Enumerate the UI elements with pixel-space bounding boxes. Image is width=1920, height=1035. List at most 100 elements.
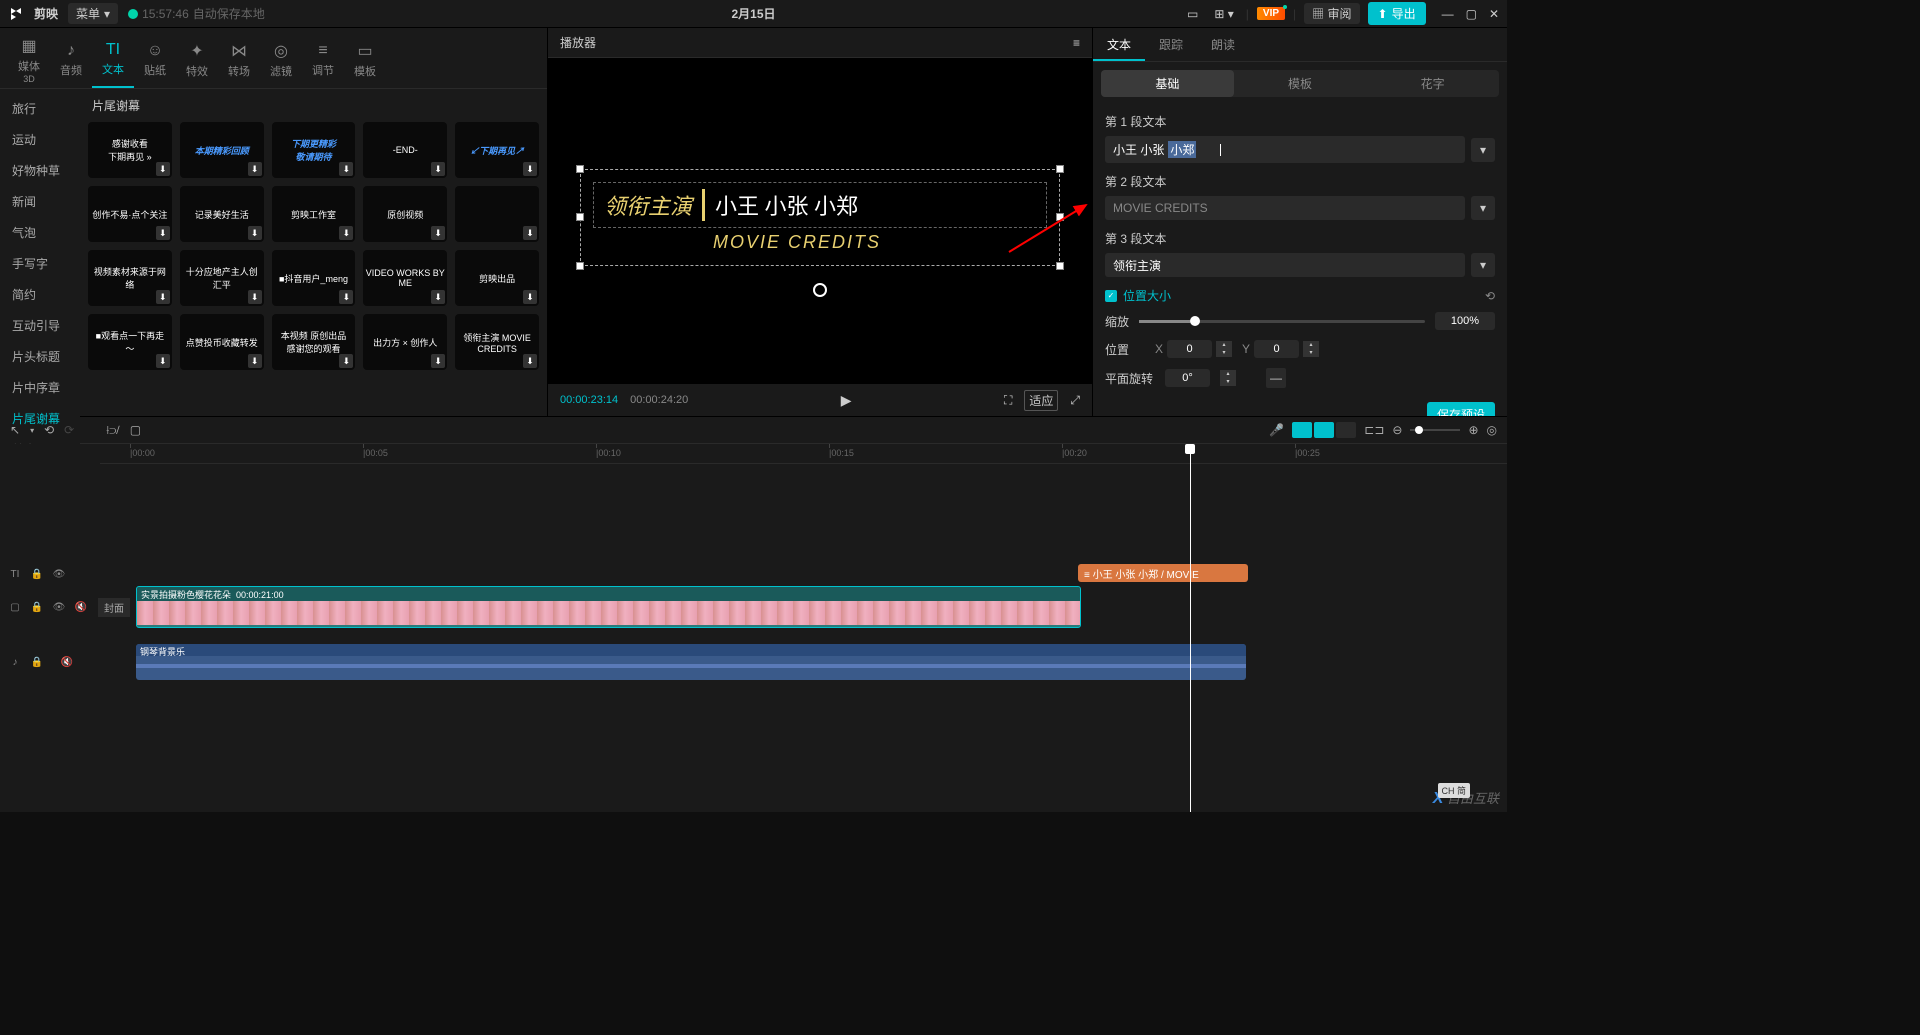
tool-tab-模板[interactable]: ▭模板 bbox=[344, 32, 386, 88]
inspector-tab-朗读[interactable]: 朗读 bbox=[1197, 28, 1249, 61]
download-icon[interactable]: ⬇ bbox=[523, 354, 537, 368]
template-item[interactable]: 视频素材来源于网络⬇ bbox=[88, 250, 172, 306]
scale-slider[interactable] bbox=[1139, 320, 1425, 323]
layout-icon[interactable]: ▭ bbox=[1183, 5, 1202, 23]
export-button[interactable]: ⬆ 导出 bbox=[1368, 2, 1426, 25]
maximize-icon[interactable]: ▢ bbox=[1466, 7, 1477, 21]
template-item[interactable]: 剪映出品⬇ bbox=[455, 250, 539, 306]
handle-tl[interactable] bbox=[576, 165, 584, 173]
template-item[interactable]: 出力方 × 创作人⬇ bbox=[363, 314, 447, 370]
playhead[interactable] bbox=[1190, 444, 1191, 812]
tool-tab-滤镜[interactable]: ◎滤镜 bbox=[260, 32, 302, 88]
play-button[interactable]: ▶ bbox=[841, 392, 852, 409]
layout-grid-icon[interactable]: ⊞ ▾ bbox=[1210, 5, 1237, 23]
lock-icon[interactable]: 🔒 bbox=[30, 602, 44, 613]
download-icon[interactable]: ⬇ bbox=[431, 354, 445, 368]
category-item[interactable]: 运动 bbox=[0, 124, 80, 155]
category-item[interactable]: 简约 bbox=[0, 279, 80, 310]
template-item[interactable]: 记录美好生活⬇ bbox=[180, 186, 264, 242]
download-icon[interactable]: ⬇ bbox=[248, 226, 262, 240]
template-item[interactable]: 十分应地产主人创汇平⬇ bbox=[180, 250, 264, 306]
minimize-icon[interactable]: — bbox=[1442, 7, 1454, 21]
review-button[interactable]: ▦ 审阅 bbox=[1304, 3, 1359, 24]
reset-icon[interactable]: ⟲ bbox=[1485, 289, 1495, 303]
tool-tab-特效[interactable]: ✦特效 bbox=[176, 32, 218, 88]
rotation-input[interactable] bbox=[1165, 369, 1210, 387]
fullscreen-icon[interactable]: ⤢ bbox=[1070, 393, 1080, 408]
handle-mr[interactable] bbox=[1056, 213, 1064, 221]
category-item[interactable]: 好物种草 bbox=[0, 155, 80, 186]
download-icon[interactable]: ⬇ bbox=[523, 226, 537, 240]
download-icon[interactable]: ⬇ bbox=[431, 226, 445, 240]
download-icon[interactable]: ⬇ bbox=[339, 354, 353, 368]
rot-down[interactable]: ▾ bbox=[1220, 378, 1236, 386]
tool-tab-调节[interactable]: ≡调节 bbox=[302, 32, 344, 88]
handle-bl[interactable] bbox=[576, 262, 584, 270]
download-icon[interactable]: ⬇ bbox=[156, 162, 170, 176]
video-clip[interactable]: 实景拍摄粉色樱花花朵 00:00:21:00 bbox=[136, 586, 1081, 628]
text-clip[interactable]: ≡ 小王 小张 小郑 / MOVIE CREDITS / 领 bbox=[1078, 564, 1248, 582]
vip-badge[interactable]: VIP bbox=[1257, 7, 1285, 20]
player-menu-icon[interactable]: ≡ bbox=[1073, 36, 1080, 50]
download-icon[interactable]: ⬇ bbox=[339, 290, 353, 304]
template-item[interactable]: 下期更精彩 敬请期待⬇ bbox=[272, 122, 356, 178]
timeline[interactable]: |00:00|00:05|00:10|00:15|00:20|00:25 TI … bbox=[0, 444, 1507, 812]
category-item[interactable]: 互动引导 bbox=[0, 310, 80, 341]
inspector-subtab-模板[interactable]: 模板 bbox=[1234, 70, 1367, 97]
handle-tr[interactable] bbox=[1056, 165, 1064, 173]
download-icon[interactable]: ⬇ bbox=[431, 290, 445, 304]
zoom-fit-icon[interactable]: ◎ bbox=[1487, 423, 1497, 437]
template-item[interactable]: 原创视频⬇ bbox=[363, 186, 447, 242]
main-menu-dropdown[interactable]: 菜单 ▾ bbox=[68, 3, 118, 24]
category-item[interactable]: 旅行 bbox=[0, 93, 80, 124]
inspector-subtab-基础[interactable]: 基础 bbox=[1101, 70, 1234, 97]
zoom-out-icon[interactable]: ⊖ bbox=[1392, 423, 1402, 437]
template-item[interactable]: ⬇ bbox=[455, 186, 539, 242]
category-item[interactable]: 片中序章 bbox=[0, 372, 80, 403]
template-item[interactable]: 剪映工作室⬇ bbox=[272, 186, 356, 242]
save-preset-button[interactable]: 保存预设 bbox=[1427, 402, 1495, 416]
scale-value[interactable] bbox=[1435, 312, 1495, 330]
undo-icon[interactable]: ⟲ bbox=[44, 423, 54, 437]
select-tool-icon[interactable]: ↖ bbox=[10, 423, 20, 437]
download-icon[interactable]: ⬇ bbox=[248, 354, 262, 368]
pos-y-input[interactable] bbox=[1254, 340, 1299, 358]
category-item[interactable]: 新闻 bbox=[0, 186, 80, 217]
x-up[interactable]: ▴ bbox=[1216, 341, 1232, 349]
segment2-input[interactable] bbox=[1105, 196, 1465, 220]
mute-icon[interactable]: 🔇 bbox=[60, 657, 74, 668]
segment3-input[interactable] bbox=[1105, 253, 1465, 277]
download-icon[interactable]: ⬇ bbox=[248, 162, 262, 176]
tool-tab-文本[interactable]: TI文本 bbox=[92, 32, 134, 88]
close-icon[interactable]: ✕ bbox=[1489, 7, 1499, 21]
tool-tab-贴纸[interactable]: ☺贴纸 bbox=[134, 32, 176, 88]
template-item[interactable]: 本期精彩回顾⬇ bbox=[180, 122, 264, 178]
download-icon[interactable]: ⬇ bbox=[431, 162, 445, 176]
link-icon[interactable]: ⊏⊐ bbox=[1364, 423, 1384, 437]
rotation-reset[interactable]: — bbox=[1266, 368, 1286, 388]
audio-clip[interactable]: 钢琴背景乐 bbox=[136, 644, 1246, 680]
template-item[interactable]: ↙下期再见↗⬇ bbox=[455, 122, 539, 178]
audio-track-icon[interactable]: ♪ bbox=[8, 657, 22, 668]
magnet-1[interactable] bbox=[1292, 422, 1312, 438]
handle-br[interactable] bbox=[1056, 262, 1064, 270]
segment1-dropdown[interactable]: ▾ bbox=[1471, 138, 1495, 162]
template-item[interactable]: 感谢收看 下期再见 »⬇ bbox=[88, 122, 172, 178]
y-up[interactable]: ▴ bbox=[1303, 341, 1319, 349]
download-icon[interactable]: ⬇ bbox=[523, 290, 537, 304]
mute-icon[interactable]: 🔇 bbox=[74, 602, 88, 613]
inspector-tab-文本[interactable]: 文本 bbox=[1093, 28, 1145, 61]
category-item[interactable]: 手写字 bbox=[0, 248, 80, 279]
download-icon[interactable]: ⬇ bbox=[339, 226, 353, 240]
pos-x-input[interactable] bbox=[1167, 340, 1212, 358]
segment1-input[interactable]: 小王 小张小郑 bbox=[1105, 136, 1465, 163]
magnet-2[interactable] bbox=[1314, 422, 1334, 438]
ratio-button[interactable]: 适应 bbox=[1024, 390, 1058, 411]
y-down[interactable]: ▾ bbox=[1303, 349, 1319, 357]
lock-icon[interactable]: 🔒 bbox=[30, 657, 44, 668]
text-selection-box[interactable]: 领衔主演 小王 小张 小郑 MOVIE CREDITS bbox=[580, 169, 1060, 266]
template-item[interactable]: 领衔主演 MOVIE CREDITS⬇ bbox=[455, 314, 539, 370]
segment3-dropdown[interactable]: ▾ bbox=[1471, 253, 1495, 277]
zoom-slider[interactable] bbox=[1410, 429, 1460, 431]
split-icon[interactable]: ⟊⟉ bbox=[106, 423, 119, 438]
